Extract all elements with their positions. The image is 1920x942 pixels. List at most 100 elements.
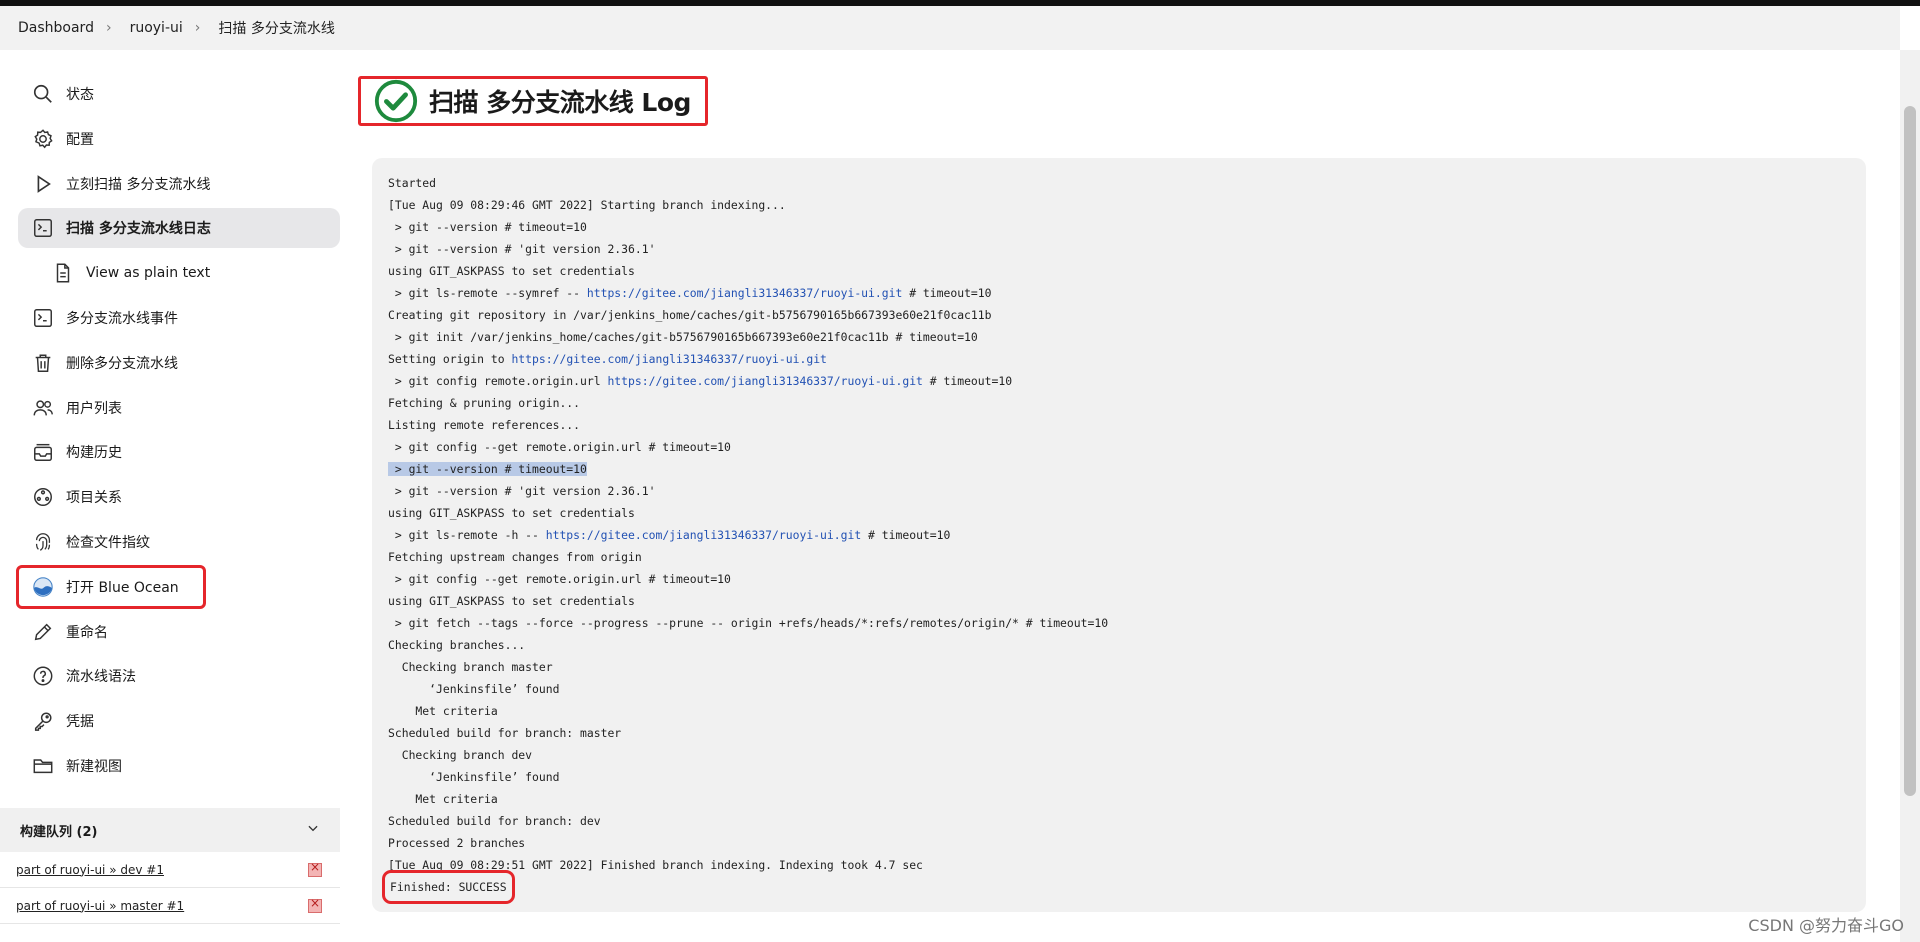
pencil-icon xyxy=(32,621,54,643)
console-line: Scheduled build for branch: master xyxy=(388,726,622,740)
relations-icon xyxy=(32,486,54,508)
sidebar-item-label: View as plain text xyxy=(86,265,211,282)
repo-link[interactable]: https://gitee.com/jiangli31346337/ruoyi-… xyxy=(511,352,826,366)
console-line: > git init /var/jenkins_home/caches/git-… xyxy=(388,330,978,344)
sidebar-item-new-view[interactable]: 新建视图 xyxy=(18,746,340,786)
sidebar-item-events[interactable]: 多分支流水线事件 xyxy=(18,298,340,338)
gear-icon xyxy=(32,128,54,150)
sidebar-item-label: 构建历史 xyxy=(66,445,122,462)
sidebar-item-blue-ocean[interactable]: 打开 Blue Ocean xyxy=(16,564,206,609)
console-line: > git ls-remote --symref -- https://gite… xyxy=(388,286,992,300)
fingerprint-icon xyxy=(32,531,54,553)
terminal-icon xyxy=(32,217,54,239)
console-line: Started xyxy=(388,176,437,190)
console-line: Checking branches... xyxy=(388,638,526,652)
console-line: Fetching & pruning origin... xyxy=(388,396,581,410)
success-check-icon xyxy=(373,78,419,124)
key-icon xyxy=(32,710,54,732)
sidebar-item-label: 配置 xyxy=(66,131,94,148)
cancel-icon[interactable] xyxy=(308,896,322,913)
queue-item: part of ruoyi-ui » dev #1 xyxy=(0,852,340,888)
console-line: Listing remote references... xyxy=(388,418,581,432)
console-line: Checking branch master xyxy=(388,660,553,674)
console-line: ‘Jenkinsfile’ found xyxy=(388,682,560,696)
search-icon xyxy=(32,83,54,105)
sidebar-item-label: 凭据 xyxy=(66,714,94,731)
build-queue-title: 构建队列 (2) xyxy=(20,824,98,840)
blue-ocean-icon xyxy=(32,576,54,598)
finished-status: Finished: SUCCESS xyxy=(382,870,515,904)
repo-link[interactable]: https://gitee.com/jiangli31346337/ruoyi-… xyxy=(546,528,861,542)
console-line: using GIT_ASKPASS to set credentials xyxy=(388,264,635,278)
page-scrollbar[interactable] xyxy=(1900,50,1920,942)
console-line: Setting origin to https://gitee.com/jian… xyxy=(388,352,827,366)
console-line: using GIT_ASKPASS to set credentials xyxy=(388,594,635,608)
breadcrumb-dashboard[interactable]: Dashboard xyxy=(0,20,106,36)
folder-icon xyxy=(32,755,54,777)
sidebar-item-credentials[interactable]: 凭据 xyxy=(18,701,340,741)
sidebar-item-pipeline-syntax[interactable]: 流水线语法 xyxy=(18,656,340,696)
repo-link[interactable]: https://gitee.com/jiangli31346337/ruoyi-… xyxy=(587,286,902,300)
sidebar-item-delete[interactable]: 删除多分支流水线 xyxy=(18,343,340,383)
build-queue-header[interactable]: 构建队列 (2) xyxy=(0,808,340,852)
sidebar-item-config[interactable]: 配置 xyxy=(18,119,340,159)
sidebar-item-label: 新建视图 xyxy=(66,758,122,775)
sidebar-item-label: 打开 Blue Ocean xyxy=(66,579,179,596)
breadcrumb-ruoyi-ui[interactable]: ruoyi-ui xyxy=(112,20,195,36)
sidebar-item-scan-log[interactable]: 扫描 多分支流水线日志 xyxy=(18,208,340,249)
queue-item: part of ruoyi-ui » master #1 xyxy=(0,888,340,924)
console-line: > git --version # 'git version 2.36.1' xyxy=(388,242,656,256)
sidebar-item-scan-now[interactable]: 立刻扫描 多分支流水线 xyxy=(18,164,340,204)
people-icon xyxy=(32,397,54,419)
play-icon xyxy=(32,173,54,195)
cancel-icon[interactable] xyxy=(308,860,322,877)
history-icon xyxy=(32,441,54,463)
sidebar-item-label: 流水线语法 xyxy=(66,669,136,686)
document-icon xyxy=(52,262,74,284)
console-line: [Tue Aug 09 08:29:51 GMT 2022] Finished … xyxy=(388,858,923,872)
console-line: > git config --get remote.origin.url # t… xyxy=(388,440,731,454)
queue-item-link[interactable]: part of ruoyi-ui » dev #1 xyxy=(16,863,164,877)
sidebar-item-fingerprint[interactable]: 检查文件指纹 xyxy=(18,522,340,562)
sidebar-item-label: 重命名 xyxy=(66,624,108,641)
repo-link[interactable]: https://gitee.com/jiangli31346337/ruoyi-… xyxy=(607,374,922,388)
trash-icon xyxy=(32,352,54,374)
sidebar-item-label: 扫描 多分支流水线日志 xyxy=(66,221,211,238)
build-queue: 构建队列 (2) part of ruoyi-ui » dev #1 part … xyxy=(0,808,340,924)
console-line: using GIT_ASKPASS to set credentials xyxy=(388,506,635,520)
sidebar-item-label: 项目关系 xyxy=(66,490,122,507)
console-line: > git config --get remote.origin.url # t… xyxy=(388,572,731,586)
console-line: [Tue Aug 09 08:29:46 GMT 2022] Starting … xyxy=(388,198,786,212)
console-line: Creating git repository in /var/jenkins_… xyxy=(388,308,992,322)
console-line: > git --version # 'git version 2.36.1' xyxy=(388,484,656,498)
sidebar-item-label: 状态 xyxy=(66,87,94,103)
watermark: CSDN @努力奋斗GO xyxy=(1748,916,1904,935)
sidebar-item-status[interactable]: 状态 xyxy=(18,74,340,114)
scrollbar-thumb[interactable] xyxy=(1904,106,1916,796)
sidebar: 状态 配置 立刻扫描 多分支流水线 扫描 多分支流水线日志 View as pl… xyxy=(16,74,340,791)
console-line: > git --version # timeout=10 xyxy=(388,220,587,234)
queue-item-link[interactable]: part of ruoyi-ui » master #1 xyxy=(16,899,184,913)
console-line: Finished: SUCCESS xyxy=(382,870,1850,904)
sidebar-item-label: 删除多分支流水线 xyxy=(66,355,178,372)
sidebar-item-plain-text[interactable]: View as plain text xyxy=(18,253,340,293)
terminal-icon xyxy=(32,307,54,329)
console-line: Checking branch dev xyxy=(388,748,533,762)
sidebar-item-label: 检查文件指纹 xyxy=(66,534,150,551)
console-line: Met criteria xyxy=(388,704,498,718)
chevron-down-icon[interactable] xyxy=(306,821,320,839)
console-line: Processed 2 branches xyxy=(388,836,526,850)
breadcrumb-current[interactable]: 扫描 多分支流水线 xyxy=(200,18,346,38)
sidebar-item-rename[interactable]: 重命名 xyxy=(18,612,340,652)
console-line: > git --version # timeout=10 xyxy=(388,462,587,476)
console-line: > git fetch --tags --force --progress --… xyxy=(388,616,1109,630)
console-line: ‘Jenkinsfile’ found xyxy=(388,770,560,784)
sidebar-item-label: 立刻扫描 多分支流水线 xyxy=(66,176,211,193)
sidebar-item-label: 多分支流水线事件 xyxy=(66,310,178,327)
sidebar-item-users[interactable]: 用户列表 xyxy=(18,388,340,428)
breadcrumb: Dashboard › ruoyi-ui › 扫描 多分支流水线 xyxy=(0,6,1900,50)
console-line: Scheduled build for branch: dev xyxy=(388,814,601,828)
sidebar-item-build-history[interactable]: 构建历史 xyxy=(18,432,340,472)
sidebar-item-relations[interactable]: 项目关系 xyxy=(18,477,340,517)
console-line: Fetching upstream changes from origin xyxy=(388,550,642,564)
